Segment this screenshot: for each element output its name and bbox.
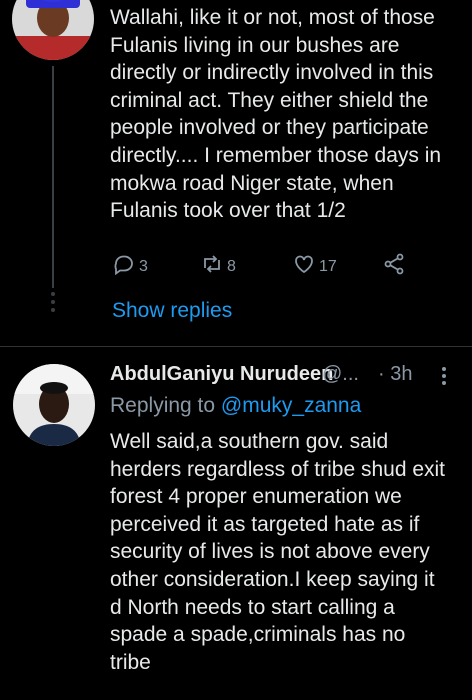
- share-icon: [382, 252, 406, 281]
- like-button[interactable]: 17: [292, 252, 337, 281]
- thread-dot: [51, 292, 55, 296]
- tweet-divider: [0, 346, 472, 347]
- tweet-header: AbdulGaniyu Nurudeen @... · 3h: [110, 363, 462, 389]
- reply-count: 3: [139, 257, 148, 275]
- more-options-icon[interactable]: [440, 365, 448, 387]
- reply-button[interactable]: 3: [112, 252, 148, 281]
- tweet-text: Wallahi, like it or not, most of those F…: [110, 6, 442, 223]
- author-handle[interactable]: @...: [322, 363, 359, 386]
- retweet-icon: [200, 252, 224, 281]
- thread-line: [52, 66, 54, 288]
- author-name[interactable]: AbdulGaniyu Nurudeen: [110, 363, 333, 386]
- show-replies-link[interactable]: Show replies: [112, 299, 232, 323]
- replying-to-handle[interactable]: @muky_zanna: [221, 394, 361, 417]
- like-icon: [292, 252, 316, 281]
- replying-to-label: Replying to: [110, 394, 216, 417]
- retweet-button[interactable]: 8: [200, 252, 236, 281]
- thread-dot: [51, 308, 55, 312]
- tweet-timestamp[interactable]: · 3h: [378, 363, 412, 386]
- avatar-top-user[interactable]: [12, 0, 94, 60]
- tweet-text: Well said,a southern gov. said herders r…: [110, 430, 446, 674]
- avatar-abdulganiyu[interactable]: [13, 364, 95, 446]
- replying-to: Replying to @muky_zanna: [110, 394, 361, 418]
- tweet-actions: 3 8 17: [112, 252, 412, 280]
- retweet-count: 8: [227, 257, 236, 275]
- share-button[interactable]: [382, 252, 406, 281]
- like-count: 17: [319, 257, 337, 275]
- reply-icon: [112, 252, 136, 281]
- thread-dot: [51, 300, 55, 304]
